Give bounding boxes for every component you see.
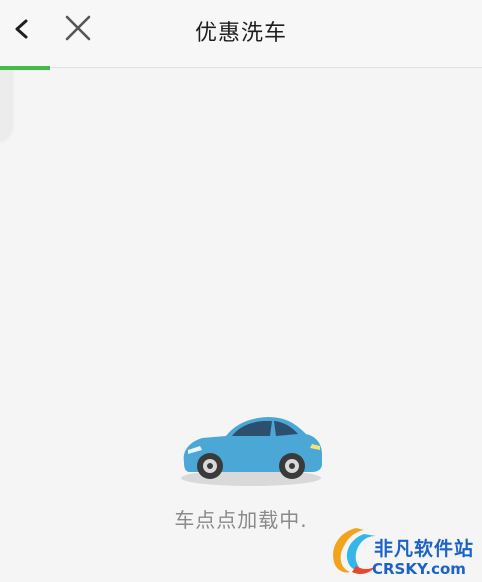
watermark: 非凡软件站 CRSKY.com (322, 520, 482, 582)
navigation-bar: 优惠洗车 (0, 0, 482, 68)
page-title: 优惠洗车 (194, 21, 287, 46)
car-icon (181, 417, 322, 486)
loading-indicator: 车点点加载中. (0, 400, 482, 540)
watermark-site: CRSKY.com (372, 560, 466, 578)
page-load-progress-bar (0, 66, 50, 70)
webview-screen: 优惠洗车 车点点加载中. 非凡软件站 CRSKY.com (0, 0, 482, 582)
watermark-name: 非凡软件站 (374, 538, 475, 560)
